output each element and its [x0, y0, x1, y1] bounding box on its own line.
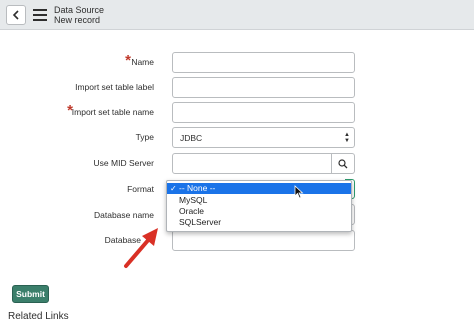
import-set-table-name-label: Import set table name — [71, 107, 154, 117]
red-arrow-annotation-icon — [124, 228, 158, 268]
import-set-table-name-input[interactable] — [172, 102, 355, 123]
format-option-oracle[interactable]: Oracle — [167, 206, 351, 217]
import-set-table-label-row: Import set table label — [0, 77, 474, 99]
back-button[interactable] — [6, 5, 26, 25]
page-subtitle: New record — [54, 15, 101, 25]
import-set-table-label-label: Import set table label — [75, 82, 154, 92]
related-links-heading: Related Links — [8, 311, 69, 322]
type-select[interactable]: JDBC ▲ ▼ — [172, 127, 355, 148]
import-set-table-label-input[interactable] — [172, 77, 355, 98]
chevron-left-icon — [12, 10, 19, 20]
format-option-sqlserver[interactable]: SQLServer — [167, 217, 351, 228]
select-arrows-icon: ▲▼ — [344, 132, 350, 144]
database-name-label: Database name — [93, 210, 154, 220]
submit-button[interactable]: Submit — [12, 285, 49, 303]
search-icon — [338, 158, 348, 168]
database-row: Database — [0, 230, 474, 252]
name-label: Name — [131, 57, 154, 67]
page-title: Data Source — [54, 5, 105, 15]
hamburger-menu-icon[interactable] — [33, 9, 47, 21]
mid-server-input[interactable] — [172, 153, 332, 174]
type-label: Type — [135, 132, 154, 142]
type-select-value: JDBC — [180, 133, 203, 143]
required-indicator: * — [125, 52, 131, 69]
name-row: * Name — [0, 52, 474, 74]
format-option-none[interactable]: ✓ -- None -- — [167, 183, 351, 194]
mid-server-row: Use MID Server — [0, 153, 474, 175]
format-dropdown-list: ✓ -- None -- MySQL Oracle SQLServer — [166, 180, 352, 232]
type-row: Type JDBC ▲ ▼ — [0, 127, 474, 149]
format-option-mysql[interactable]: MySQL — [167, 195, 351, 206]
checkmark-icon: ✓ — [170, 184, 177, 193]
app-header: Data Source New record — [0, 0, 474, 30]
database-input[interactable] — [172, 230, 355, 251]
mid-server-label: Use MID Server — [93, 158, 154, 168]
format-label: Format — [127, 184, 154, 194]
mouse-cursor-icon — [294, 185, 304, 199]
mid-server-lookup-button[interactable] — [332, 153, 355, 174]
name-input[interactable] — [172, 52, 355, 73]
import-set-table-name-row: * Import set table name — [0, 102, 474, 124]
